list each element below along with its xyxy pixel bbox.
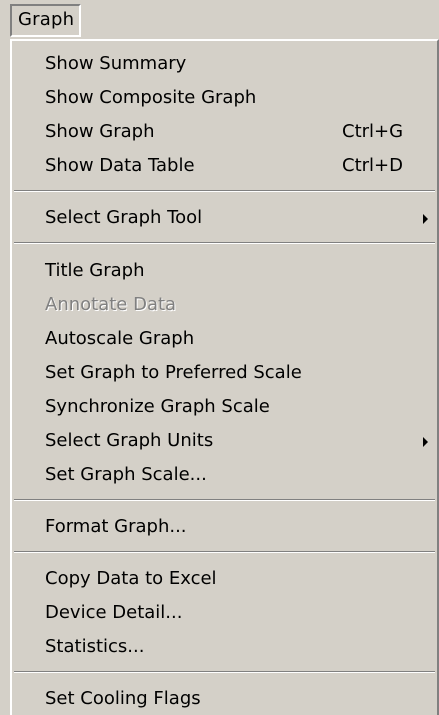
- menu-item-autoscale-graph[interactable]: Autoscale Graph: [12, 323, 437, 355]
- menu-graph[interactable]: Graph: [10, 4, 81, 37]
- menu-item-set-graph-scale[interactable]: Set Graph Scale...: [12, 459, 437, 491]
- menu-separator: [14, 551, 435, 553]
- menu-item-label: Set Graph Scale...: [45, 464, 207, 485]
- menu-separator: [14, 671, 435, 673]
- menu-item-format-graph[interactable]: Format Graph...: [12, 511, 437, 543]
- menu-item-label: Select Graph Tool: [45, 207, 203, 228]
- menu-item-show-summary[interactable]: Show Summary: [12, 48, 437, 80]
- menu-item-set-cooling-flags[interactable]: Set Cooling Flags: [12, 683, 437, 715]
- menu-item-label: Title Graph: [45, 260, 145, 281]
- menu-separator: [14, 242, 435, 244]
- menu-item-synchronize-graph-scale[interactable]: Synchronize Graph Scale: [12, 391, 437, 423]
- menu-item-label: Annotate Data: [45, 294, 177, 315]
- menu-bar: Graph: [0, 0, 439, 42]
- menu-item-device-detail[interactable]: Device Detail...: [12, 597, 437, 629]
- menu-item-annotate-data: Annotate Data: [12, 289, 437, 321]
- menu-item-set-graph-to-preferred-scale[interactable]: Set Graph to Preferred Scale: [12, 357, 437, 389]
- menu-item-label: Set Graph to Preferred Scale: [45, 362, 302, 383]
- menu-item-label: Show Composite Graph: [45, 87, 257, 108]
- menu-item-label: Statistics...: [45, 636, 145, 657]
- menu-item-label: Device Detail...: [45, 602, 183, 623]
- menu-item-label: Show Data Table: [45, 155, 195, 176]
- menu-item-show-graph[interactable]: Show Graph Ctrl+G: [12, 116, 437, 148]
- menu-item-label: Autoscale Graph: [45, 328, 195, 349]
- submenu-arrow-icon: [423, 214, 428, 224]
- menu-item-label: Set Cooling Flags: [45, 688, 201, 709]
- menu-item-statistics[interactable]: Statistics...: [12, 631, 437, 663]
- menu-item-copy-data-to-excel[interactable]: Copy Data to Excel: [12, 563, 437, 595]
- menu-item-show-composite-graph[interactable]: Show Composite Graph: [12, 82, 437, 114]
- menu-separator: [14, 190, 435, 192]
- menu-item-label: Copy Data to Excel: [45, 568, 217, 589]
- menu-separator: [14, 499, 435, 501]
- shortcut-label: Ctrl+D: [342, 155, 403, 176]
- submenu-arrow-icon: [423, 437, 428, 447]
- menu-item-label: Format Graph...: [45, 516, 187, 537]
- menu-item-label: Show Summary: [45, 53, 187, 74]
- graph-dropdown-menu: Show Summary Show Composite Graph Show G…: [10, 39, 439, 715]
- menu-item-label: Synchronize Graph Scale: [45, 396, 270, 417]
- menu-item-show-data-table[interactable]: Show Data Table Ctrl+D: [12, 150, 437, 182]
- menu-item-title-graph[interactable]: Title Graph: [12, 255, 437, 287]
- shortcut-label: Ctrl+G: [342, 121, 404, 142]
- menu-item-label: Show Graph: [45, 121, 155, 142]
- menu-item-select-graph-tool[interactable]: Select Graph Tool: [12, 202, 437, 234]
- menu-item-select-graph-units[interactable]: Select Graph Units: [12, 425, 437, 457]
- menu-item-label: Select Graph Units: [45, 430, 214, 451]
